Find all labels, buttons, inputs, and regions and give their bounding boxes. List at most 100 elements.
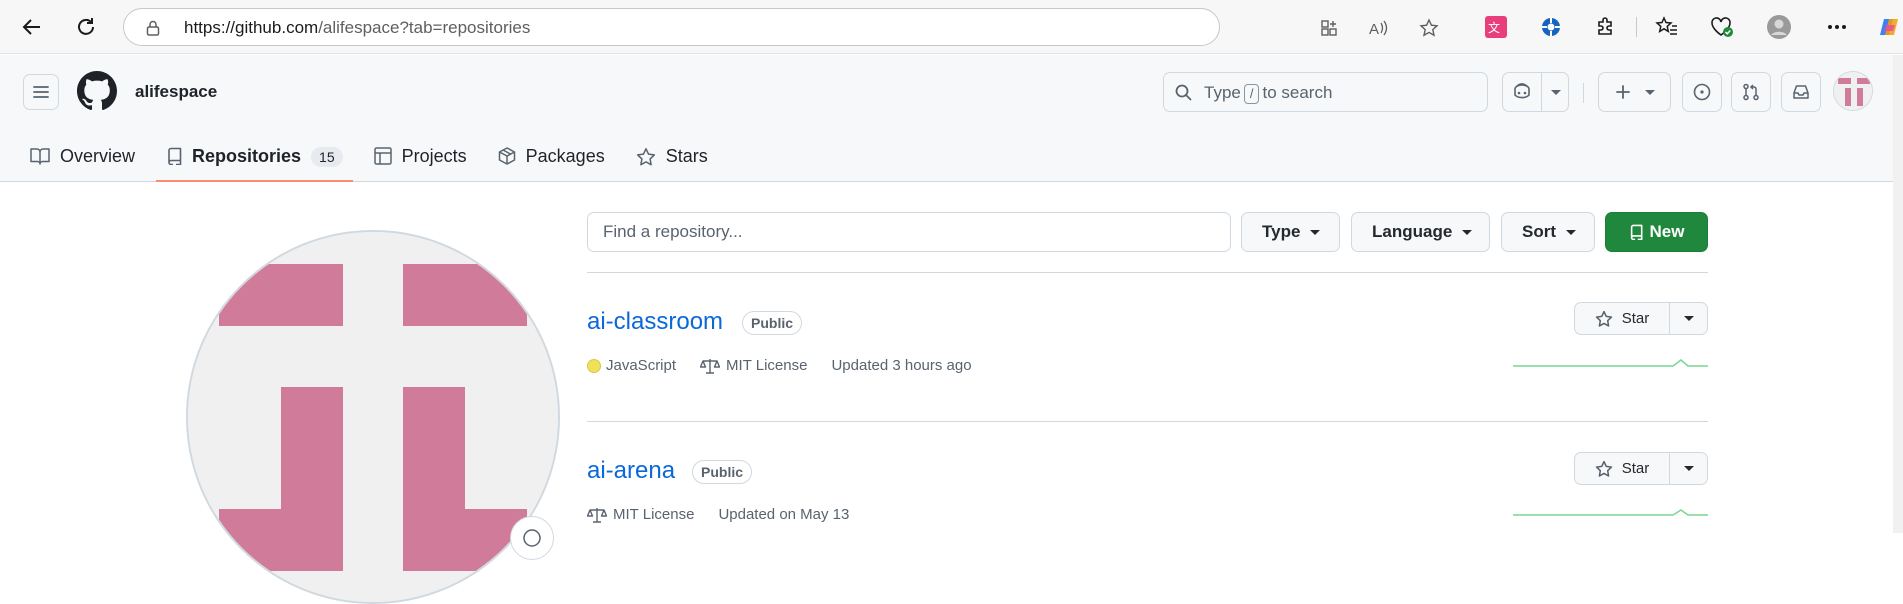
copilot-split-button[interactable] (1502, 72, 1569, 112)
repo-meta: MIT License Updated on May 13 (587, 506, 873, 523)
repo-link-ai-classroom[interactable]: ai-classroom (587, 308, 723, 336)
smiley-icon (523, 529, 541, 547)
law-icon (700, 358, 721, 374)
more-menu-icon[interactable] (1822, 12, 1852, 42)
pull-requests-button[interactable] (1731, 72, 1771, 112)
profile-avatar[interactable] (186, 230, 560, 604)
star-list-dropdown[interactable] (1669, 453, 1707, 484)
identicon-avatar (1834, 72, 1872, 110)
lock-icon (146, 20, 160, 36)
chevron-down-icon (1644, 89, 1655, 95)
star-button[interactable]: Star (1574, 302, 1708, 335)
copilot-icon (1514, 83, 1530, 99)
repo-language: JavaScript (587, 357, 676, 374)
read-aloud-icon[interactable]: A (1368, 17, 1390, 39)
new-button-label: New (1649, 222, 1685, 241)
menu-button[interactable] (23, 74, 59, 110)
set-status-button[interactable] (510, 516, 554, 560)
extension-blue-icon[interactable] (1536, 12, 1566, 42)
divider (587, 272, 1708, 273)
chevron-down-icon (1310, 229, 1321, 235)
repo-icon (168, 147, 182, 165)
back-button[interactable] (16, 11, 48, 43)
copilot-button[interactable] (1503, 73, 1541, 111)
github-header: alifespace Type / to search Overview Rep… (0, 55, 1893, 182)
header-avatar[interactable] (1833, 71, 1873, 111)
repo-updated: Updated 3 hours ago (831, 357, 972, 374)
star-action[interactable]: Star (1575, 453, 1669, 484)
repo-license[interactable]: MIT License (587, 506, 694, 523)
extensions-puzzle-icon[interactable] (1591, 12, 1621, 42)
sort-filter-button[interactable]: Sort (1501, 212, 1595, 252)
language-filter-button[interactable]: Language (1351, 212, 1490, 252)
book-icon (30, 148, 50, 165)
hamburger-icon (33, 86, 49, 98)
tab-repositories[interactable]: Repositories 15 (156, 137, 353, 182)
app-available-icon[interactable] (1318, 17, 1340, 39)
tab-label: Repositories (192, 146, 302, 166)
repo-updated: Updated on May 13 (718, 506, 850, 523)
profile-tabs: Overview Repositories 15 Projects Packag… (30, 137, 739, 182)
refresh-icon (78, 18, 94, 35)
visibility-badge: Public (692, 460, 753, 484)
tab-projects[interactable]: Projects (373, 137, 467, 182)
copilot-icon[interactable] (1875, 12, 1903, 42)
favorites-icon[interactable] (1652, 12, 1682, 42)
search-icon (1175, 84, 1192, 101)
tab-stars[interactable]: Stars (636, 137, 708, 182)
visibility-badge: Public (742, 311, 803, 335)
github-logo[interactable] (77, 71, 117, 116)
tab-label: Projects (401, 146, 467, 166)
inbox-icon (1793, 85, 1809, 99)
tab-packages[interactable]: Packages (498, 137, 605, 182)
profile-username[interactable]: alifespace (135, 82, 217, 102)
repo-license[interactable]: MIT License (700, 357, 807, 374)
search-placeholder: Type / to search (1204, 83, 1333, 104)
law-icon (587, 507, 607, 523)
star-label: Star (1621, 460, 1650, 477)
star-list-dropdown[interactable] (1669, 303, 1707, 334)
star-icon (636, 148, 655, 166)
toolbar-separator (1636, 17, 1637, 37)
plus-icon (1615, 85, 1630, 99)
find-repository-input[interactable]: Find a repository... (587, 212, 1231, 252)
page-scrollbar[interactable] (1893, 55, 1903, 533)
issues-button[interactable] (1682, 72, 1722, 112)
git-pull-request-icon (1743, 83, 1759, 101)
star-action[interactable]: Star (1575, 303, 1669, 334)
issue-opened-icon (1693, 83, 1711, 101)
sort-filter-label: Sort (1522, 222, 1556, 241)
repo-link-ai-arena[interactable]: ai-arena (587, 457, 675, 485)
refresh-button[interactable] (70, 11, 102, 43)
activity-sparkline (1513, 509, 1708, 516)
create-new-button[interactable] (1598, 72, 1671, 112)
profile-icon[interactable] (1764, 12, 1794, 42)
inbox-button[interactable] (1781, 72, 1821, 112)
svg-text:A: A (1369, 21, 1379, 37)
star-label: Star (1621, 310, 1650, 327)
type-filter-button[interactable]: Type (1241, 212, 1340, 252)
tab-label: Packages (525, 146, 605, 166)
header-separator (1583, 83, 1584, 103)
star-button[interactable]: Star (1574, 452, 1708, 485)
table-icon (373, 147, 392, 165)
repo-icon (1630, 224, 1642, 240)
global-search-input[interactable]: Type / to search (1163, 72, 1488, 112)
translate-extension-icon[interactable]: 文 (1481, 12, 1511, 42)
browser-toolbar: https://github.com/alifespace?tab=reposi… (0, 0, 1903, 54)
tab-overview[interactable]: Overview (30, 137, 135, 182)
chevron-down-icon (1566, 229, 1576, 235)
identicon-avatar (188, 232, 558, 602)
new-repository-button[interactable]: New (1605, 212, 1708, 252)
github-mark-icon (77, 71, 117, 111)
copilot-dropdown[interactable] (1542, 73, 1569, 111)
browser-essentials-icon[interactable] (1707, 12, 1737, 42)
star-icon (1595, 310, 1612, 327)
language-filter-label: Language (1372, 222, 1453, 241)
divider (587, 421, 1708, 422)
address-bar[interactable]: https://github.com/alifespace?tab=reposi… (123, 8, 1439, 46)
repo-meta: JavaScript MIT License Updated 3 hours a… (587, 357, 996, 374)
favorite-star-icon[interactable] (1418, 17, 1440, 39)
url-text: https://github.com/alifespace?tab=reposi… (184, 18, 531, 37)
chevron-down-icon (1550, 89, 1561, 95)
